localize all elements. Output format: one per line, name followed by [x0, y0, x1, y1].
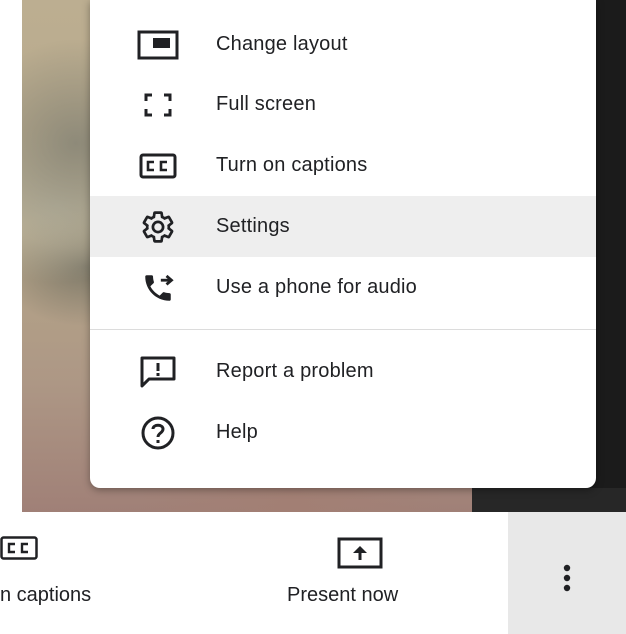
menu-item-label: Turn on captions: [216, 154, 368, 176]
captions-toolbar-icon[interactable]: [0, 530, 44, 566]
report-problem-icon: [136, 352, 180, 392]
change-layout-icon: [136, 25, 180, 65]
menu-item-label: Report a problem: [216, 360, 374, 382]
captions-icon: [136, 146, 180, 186]
present-now-button-label[interactable]: Present now: [287, 584, 398, 607]
more-vertical-icon[interactable]: [556, 562, 578, 594]
video-dark-panel-bottom: [472, 488, 626, 512]
menu-item-use-phone-audio[interactable]: Use a phone for audio: [90, 257, 596, 318]
menu-item-report-problem[interactable]: Report a problem: [90, 341, 596, 402]
help-icon: [136, 413, 180, 453]
present-now-icon[interactable]: [336, 536, 384, 570]
full-screen-icon: [136, 85, 180, 125]
menu-item-label: Change layout: [216, 33, 348, 55]
menu-item-help[interactable]: Help: [90, 402, 596, 463]
options-menu: Change layout Full screen Turn on captio…: [90, 0, 596, 488]
menu-item-label: Help: [216, 421, 258, 443]
menu-divider: [90, 329, 596, 330]
menu-item-turn-on-captions[interactable]: Turn on captions: [90, 135, 596, 196]
menu-item-label: Full screen: [216, 93, 317, 115]
menu-item-full-screen[interactable]: Full screen: [90, 74, 596, 135]
settings-gear-icon: [136, 207, 180, 247]
captions-button-label[interactable]: n captions: [0, 584, 91, 607]
menu-item-label: Settings: [216, 215, 290, 237]
menu-item-change-layout[interactable]: Change layout: [90, 14, 596, 75]
phone-audio-icon: [136, 268, 180, 308]
menu-item-label: Use a phone for audio: [216, 276, 418, 298]
menu-item-settings[interactable]: Settings: [90, 196, 596, 257]
